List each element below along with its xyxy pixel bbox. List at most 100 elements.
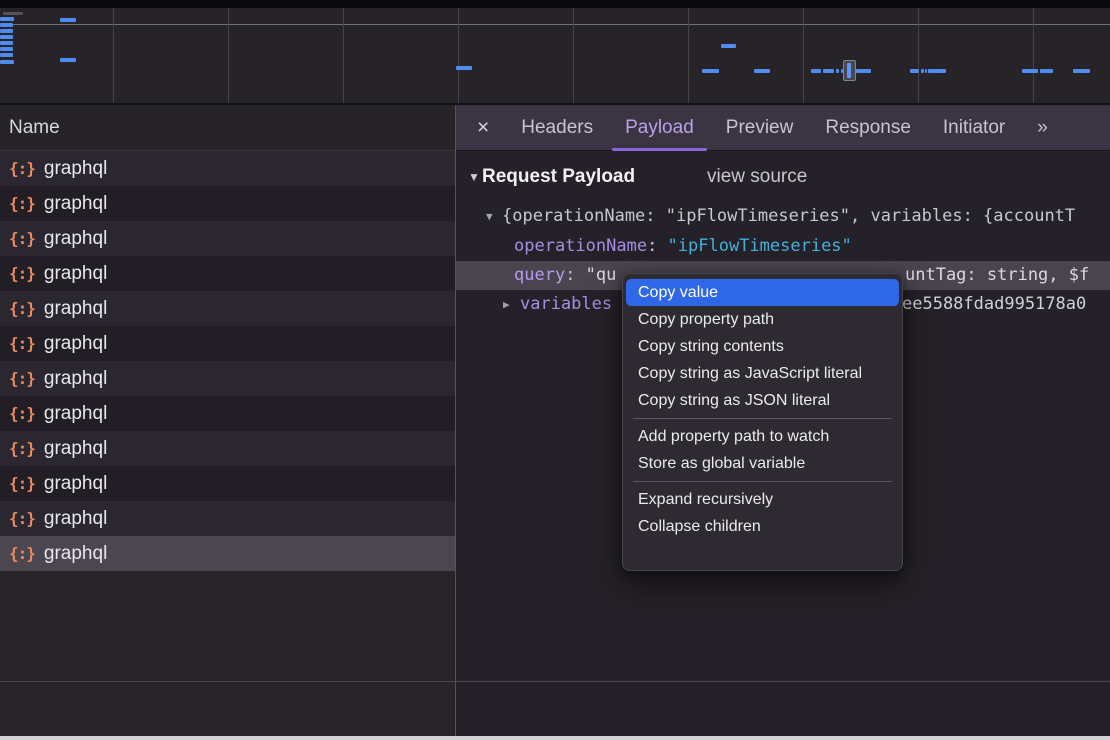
json-braces-icon: {:}	[9, 299, 35, 318]
gridline	[228, 8, 229, 103]
tab-headers[interactable]: Headers	[521, 106, 593, 150]
object-preview-text: {operationName: "ipFlowTimeseries", vari…	[502, 202, 1075, 231]
timeline-bar	[702, 69, 719, 73]
triangle-down-icon[interactable]: ▼	[468, 162, 480, 192]
table-row[interactable]: {:} graphql	[0, 291, 455, 326]
gridline	[803, 8, 804, 103]
requests-panel: Name {:}graphql{:}graphql{:}graphql{:}gr…	[0, 105, 455, 736]
triangle-down-icon[interactable]: ▼	[486, 202, 493, 231]
timeline-bar	[823, 69, 834, 73]
timeline-bar	[925, 69, 927, 73]
table-row[interactable]: {:} graphql	[0, 186, 455, 221]
close-icon[interactable]: ×	[477, 117, 489, 138]
menu-item[interactable]: Expand recursively	[623, 486, 902, 513]
request-name: graphql	[44, 368, 107, 390]
timeline-bar	[910, 69, 919, 73]
tab-initiator[interactable]: Initiator	[943, 106, 1005, 150]
context-menu: Copy valueCopy property pathCopy string …	[622, 273, 903, 571]
devtools-network-panel: Name {:}graphql{:}graphql{:}graphql{:}gr…	[0, 0, 1110, 740]
menu-separator	[633, 418, 892, 419]
menu-item[interactable]: Collapse children	[623, 513, 902, 540]
json-braces-icon: {:}	[9, 474, 35, 493]
timeline-bar	[0, 17, 14, 21]
timeline-overview[interactable]	[0, 8, 1110, 105]
table-row[interactable]: {:}graphql	[0, 431, 455, 466]
timeline-bar	[1022, 69, 1038, 73]
triangle-right-icon[interactable]: ▶	[503, 290, 510, 319]
json-braces-icon: {:}	[9, 439, 35, 458]
json-braces-icon: {:}	[9, 264, 35, 283]
request-name: graphql	[44, 228, 107, 250]
property-value-left: "qu	[586, 265, 617, 285]
table-row[interactable]: {:}graphql	[0, 466, 455, 501]
table-row[interactable]: {:}graphql	[0, 256, 455, 291]
selected-request-marker	[843, 60, 856, 81]
request-name: graphql	[44, 158, 107, 180]
timeline-bar	[0, 60, 14, 64]
tab-response[interactable]: Response	[825, 106, 911, 150]
menu-item[interactable]: Add property path to watch	[623, 423, 902, 450]
tab-payload[interactable]: Payload	[625, 106, 694, 150]
menu-item[interactable]: Copy string as JavaScript literal	[623, 360, 902, 387]
timeline-bar	[1073, 69, 1090, 73]
timeline-bar	[921, 69, 924, 73]
menu-separator	[633, 481, 892, 482]
menu-item[interactable]: Copy value	[626, 279, 899, 306]
gridline	[918, 8, 919, 103]
table-row[interactable]: {:} graphql	[0, 326, 455, 361]
request-name: graphql	[44, 543, 107, 565]
timeline-bar	[811, 69, 821, 73]
tab-preview[interactable]: Preview	[726, 106, 794, 150]
name-column-header[interactable]: Name	[0, 105, 455, 151]
timeline-bar	[0, 23, 13, 27]
property-key: query	[514, 265, 565, 285]
property-key: operationName	[514, 236, 647, 256]
footer-divider	[0, 681, 1110, 682]
section-title: Request Payload	[482, 162, 635, 192]
window-top-edge	[0, 0, 1110, 8]
menu-item[interactable]: Copy string as JSON literal	[623, 387, 902, 414]
payload-row-operationname[interactable]: operationName: "ipFlowTimeseries"	[456, 232, 1110, 261]
table-row[interactable]: {:}graphql	[0, 361, 455, 396]
table-row[interactable]: {:}graphql	[0, 396, 455, 431]
window-bottom-edge	[0, 736, 1110, 740]
colon: :	[647, 236, 667, 256]
payload-preview-row[interactable]: ▼ {operationName: "ipFlowTimeseries", va…	[456, 202, 1110, 231]
timeline-bar	[1040, 69, 1053, 73]
request-name: graphql	[44, 298, 107, 320]
timeline-bar	[754, 69, 770, 73]
table-row[interactable]: {:}graphql	[0, 221, 455, 256]
timeline-bar	[0, 47, 13, 51]
view-source-link[interactable]: view source	[707, 162, 807, 192]
timeline-bar	[856, 69, 871, 73]
timeline-bar	[60, 58, 76, 62]
json-braces-icon: {:}	[9, 159, 35, 178]
request-name: graphql	[44, 193, 107, 215]
json-braces-icon: {:}	[9, 509, 35, 528]
gridline	[688, 8, 689, 103]
table-row[interactable]: {:} graphql	[0, 151, 455, 186]
menu-item[interactable]: Copy property path	[623, 306, 902, 333]
chevron-overflow-icon[interactable]: »	[1037, 117, 1046, 139]
timeline-bar	[0, 29, 13, 33]
timeline-bar	[0, 41, 13, 45]
menu-item[interactable]: Copy string contents	[623, 333, 902, 360]
timeline-bar	[60, 18, 76, 22]
menu-item[interactable]: Store as global variable	[623, 450, 902, 477]
request-list: {:} graphql {:} graphql {:} graphql {:} graphql…	[0, 151, 455, 571]
gridline	[343, 8, 344, 103]
timeline-bar	[456, 66, 472, 70]
json-braces-icon: {:}	[9, 334, 35, 353]
colon: :	[565, 265, 585, 285]
json-braces-icon: {:}	[9, 194, 35, 213]
table-row[interactable]: {:} graphql	[0, 501, 455, 536]
property-value-right: untTag: string, $f	[905, 261, 1089, 290]
json-braces-icon: {:}	[9, 544, 35, 563]
request-name: graphql	[44, 333, 107, 355]
table-row[interactable]: {:} graphql	[0, 536, 455, 571]
gridline	[1033, 8, 1034, 103]
property-value-right: ee5588fdad995178a0	[902, 290, 1086, 319]
request-name: graphql	[44, 508, 107, 530]
panel-splitter[interactable]	[455, 105, 456, 736]
gridline	[458, 8, 459, 103]
